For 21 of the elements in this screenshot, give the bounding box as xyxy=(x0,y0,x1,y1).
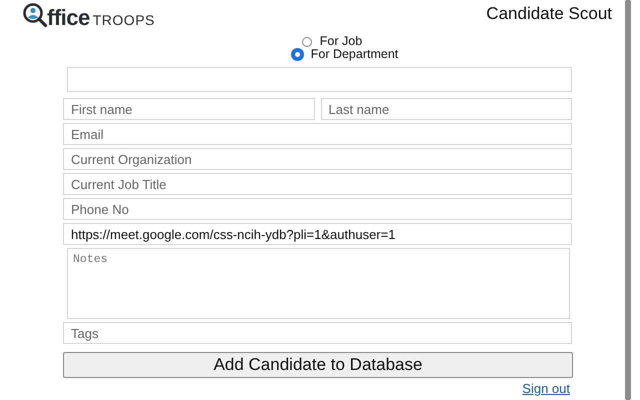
radio-label: For Department xyxy=(310,48,398,61)
app-title: Candidate Scout xyxy=(486,4,612,24)
sign-out-link[interactable]: Sign out xyxy=(522,382,570,396)
input-field[interactable]: https://meet.google.com/css-ncih-ydb?pli=1&authuser=1 xyxy=(63,223,572,245)
notes-field[interactable]: Notes xyxy=(67,248,570,319)
input-field[interactable]: Tags xyxy=(63,322,572,344)
input-field[interactable]: Phone No xyxy=(63,198,572,220)
input-field[interactable]: Current Job Title xyxy=(63,173,572,195)
radio-button[interactable] xyxy=(292,49,303,60)
scrollbar[interactable] xyxy=(625,0,631,400)
input-field[interactable]: Email xyxy=(63,123,572,145)
magnifier-person-icon xyxy=(22,3,48,29)
input-field[interactable] xyxy=(67,67,572,92)
logo-brand-text: TROOPS xyxy=(92,12,155,28)
input-field[interactable]: First name xyxy=(63,98,314,120)
input-field[interactable]: Current Organization xyxy=(63,148,572,170)
radio-button[interactable] xyxy=(302,36,312,46)
input-field[interactable]: Last name xyxy=(320,98,572,120)
radio-label: For Job xyxy=(320,35,362,48)
add-candidate-button[interactable]: Add Candidate to Database xyxy=(63,352,573,378)
logo-text: ffice xyxy=(47,7,90,29)
